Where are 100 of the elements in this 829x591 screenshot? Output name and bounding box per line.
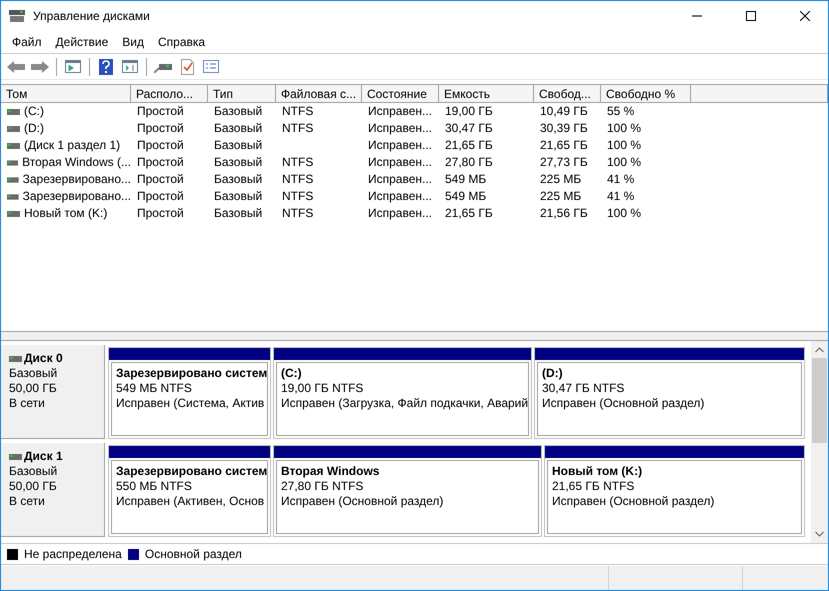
column-header[interactable]: Свобод...: [534, 85, 601, 103]
partition-box[interactable]: Новый том (K:) 21,65 ГБ NTFS Исправен (Основной раздел): [547, 460, 802, 534]
table-cell: Простой: [137, 137, 184, 154]
table-cell: Простой: [137, 154, 184, 171]
drive-icon: [9, 356, 22, 362]
table-cell: 27,80 ГБ: [445, 154, 493, 171]
table-cell: Базовый: [214, 120, 262, 137]
table-cell: 55 %: [607, 103, 634, 120]
partition-box[interactable]: Вторая Windows 27,80 ГБ NTFS Исправен (Основной раздел): [276, 460, 539, 534]
table-cell: Базовый: [214, 205, 262, 222]
disk-type: Базовый: [9, 366, 58, 381]
partition-status: Исправен (Активен, Основ: [116, 494, 266, 509]
table-cell: 19,00 ГБ: [445, 103, 493, 120]
column-header[interactable]: Располо...: [131, 85, 208, 103]
table-cell: Простой: [137, 103, 184, 120]
menu-item[interactable]: Вид: [115, 35, 151, 49]
disk-status: В сети: [9, 494, 46, 509]
table-cell: Зарезервировано...: [22, 171, 131, 188]
disk-name: Диск 1: [24, 449, 63, 464]
table-cell: 225 МБ: [540, 171, 582, 188]
table-cell: Вторая Windows (...: [22, 154, 131, 171]
table-cell: Базовый: [214, 137, 262, 154]
table-cell: 100 %: [607, 205, 642, 222]
scroll-up-icon[interactable]: [815, 347, 824, 353]
partition-name: Зарезервировано систем: [116, 366, 267, 381]
table-cell: NTFS: [282, 171, 314, 188]
drive-icon: [7, 210, 20, 216]
partition-status: Исправен (Основной раздел): [552, 494, 716, 509]
table-cell: 100 %: [607, 137, 642, 154]
table-cell: 27,73 ГБ: [540, 154, 588, 171]
disk-info-panel[interactable]: Диск 0 Базовый 50,00 ГБ В сети: [1, 345, 105, 439]
close-icon: [800, 11, 810, 21]
table-cell: NTFS: [282, 103, 314, 120]
disk-type: Базовый: [9, 464, 58, 479]
partition-size: 27,80 ГБ NTFS: [281, 479, 364, 494]
column-header[interactable]: Тип: [208, 85, 276, 103]
column-header[interactable]: Файловая с...: [276, 85, 362, 103]
table-cell: Исправен...: [368, 103, 432, 120]
table-cell: 100 %: [607, 154, 642, 171]
table-cell: 21,65 ГБ: [540, 137, 588, 154]
column-header[interactable]: Свободно %: [601, 85, 691, 103]
maximize-icon: [746, 11, 756, 21]
table-cell: 30,39 ГБ: [540, 120, 588, 137]
table-cell: Базовый: [214, 188, 262, 205]
column-header[interactable]: Емкость: [439, 85, 534, 103]
table-cell: 41 %: [607, 188, 634, 205]
scroll-down-icon[interactable]: [815, 531, 824, 537]
partition-name: (D:): [542, 366, 564, 381]
menu-item[interactable]: Справка: [151, 35, 212, 49]
table-cell: Исправен...: [368, 188, 432, 205]
partition-name: Зарезервировано систем: [116, 464, 267, 479]
partition-size: 550 МБ NTFS: [116, 479, 193, 494]
partition-box[interactable]: Зарезервировано систем 550 МБ NTFS Исправен (Активен, Основ: [111, 460, 268, 534]
table-cell: (C:): [24, 103, 44, 120]
partition-name: (C:): [281, 366, 303, 381]
partition-status: Исправен (Система, Актив: [116, 396, 266, 411]
drive-icon: [7, 160, 18, 166]
disk-name: Диск 0: [24, 351, 63, 366]
table-cell: Исправен...: [368, 120, 432, 137]
partition-size: 30,47 ГБ NTFS: [542, 381, 626, 396]
table-cell: Исправен...: [368, 171, 432, 188]
table-cell: NTFS: [282, 120, 314, 137]
table-cell: 100 %: [607, 120, 642, 137]
splitter[interactable]: [1, 332, 828, 341]
drive-icon: [9, 454, 22, 460]
partition-size: 19,00 ГБ NTFS: [281, 381, 364, 396]
menu-item[interactable]: Файл: [5, 35, 49, 49]
table-cell: 41 %: [607, 171, 634, 188]
table-cell: 10,49 ГБ: [540, 103, 588, 120]
partition-name: Вторая Windows: [281, 464, 380, 479]
table-cell: Простой: [137, 171, 184, 188]
column-header[interactable]: Том: [1, 85, 131, 103]
partition-status: Исправен (Основной раздел): [542, 396, 706, 411]
column-header[interactable]: Состояние: [362, 85, 439, 103]
partition-box[interactable]: Зарезервировано систем 549 МБ NTFS Исправен (Система, Актив: [111, 362, 268, 436]
partition-box[interactable]: (D:) 30,47 ГБ NTFS Исправен (Основной раздел): [537, 362, 802, 436]
legend-label: Не распределена: [24, 547, 122, 561]
table-cell: Зарезервировано...: [22, 188, 131, 205]
table-cell: Простой: [137, 188, 184, 205]
table-cell: 549 МБ: [445, 188, 486, 205]
table-cell: Исправен...: [368, 154, 432, 171]
table-cell: (D:): [24, 120, 44, 137]
table-cell: Простой: [137, 120, 184, 137]
drive-icon: [7, 176, 19, 182]
disk-management-icon: [9, 10, 25, 22]
legend-label: Основной раздел: [144, 547, 242, 561]
partition-box[interactable]: (C:) 19,00 ГБ NTFS Исправен (Загрузка, Файл подкачки, Аварий: [276, 362, 529, 436]
drive-icon: [7, 142, 20, 148]
table-cell: 549 МБ: [445, 171, 486, 188]
scrollbar[interactable]: [811, 341, 828, 543]
window-title: Управление дисками: [33, 9, 151, 23]
menu-item[interactable]: Действие: [48, 35, 116, 49]
partition-status: Исправен (Основной раздел): [281, 494, 444, 509]
drive-icon: [7, 126, 20, 132]
partition-size: 21,65 ГБ NTFS: [552, 479, 636, 494]
table-cell: 21,65 ГБ: [445, 137, 493, 154]
table-cell: Исправен...: [368, 137, 432, 154]
table-cell: Базовый: [214, 103, 262, 120]
disk-info-panel[interactable]: Диск 1 Базовый 50,00 ГБ В сети: [1, 443, 105, 537]
disk-size: 50,00 ГБ: [9, 381, 58, 396]
